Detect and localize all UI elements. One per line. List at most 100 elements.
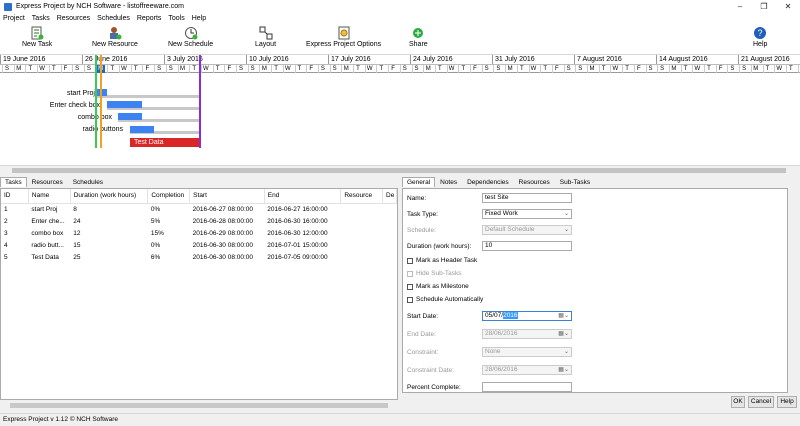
day-cell: F [306, 65, 315, 73]
col-header-id[interactable]: ID [1, 189, 29, 204]
maximize-button[interactable]: ❐ [752, 2, 776, 11]
hide-subtasks-checkbox[interactable]: Hide Sub-Tasks [407, 270, 462, 277]
name-label: Name: [407, 195, 427, 202]
app-icon [4, 2, 12, 11]
tab-resources[interactable]: Resources [27, 177, 68, 187]
col-header-name[interactable]: Name [28, 189, 71, 204]
day-cell: F [224, 65, 233, 73]
table-row[interactable]: 5 Test Data 25 6% 2016-06-30 08:00:00 2016-07… [1, 251, 397, 263]
minimize-button[interactable]: – [728, 2, 752, 11]
header-task-checkbox[interactable]: Mark as Header Task [407, 257, 477, 264]
checkbox-box [407, 257, 413, 264]
col-header-start[interactable]: Start [189, 189, 265, 204]
day-cell: S [657, 65, 666, 73]
new-task-button[interactable]: New Task [22, 26, 52, 48]
ok-button[interactable]: OK [731, 396, 745, 408]
new-resource-button[interactable]: New Resource [92, 26, 138, 48]
day-cell: W [528, 65, 538, 73]
day-cell: M [341, 65, 350, 73]
name-field[interactable]: test Site [482, 193, 572, 203]
table-row[interactable]: 2 Enter che... 24 5% 2016-06-28 08:00:00 2016… [1, 215, 397, 227]
tab-notes[interactable]: Notes [435, 177, 462, 187]
scroll-thumb[interactable] [12, 168, 786, 173]
day-cell: S [493, 65, 502, 73]
day-cell: S [247, 65, 257, 73]
gantt-scrollbar[interactable] [0, 165, 800, 175]
task-bar[interactable] [107, 101, 142, 108]
week-header: 19 June 2016 [0, 55, 45, 64]
tab-schedules[interactable]: Schedules [68, 177, 108, 187]
milestone-checkbox[interactable]: Mark as Milestone [407, 283, 469, 290]
col-header-end[interactable]: End [264, 189, 342, 204]
layout-button[interactable]: Layout [255, 26, 276, 48]
menu-project[interactable]: Project [3, 15, 25, 22]
schedule-auto-checkbox[interactable]: Schedule Automatically [407, 296, 483, 303]
percent-complete-label: Percent Complete: [407, 384, 461, 391]
form-scrollbar[interactable] [789, 188, 799, 393]
day-cell: F [142, 65, 151, 73]
table-row[interactable]: 3 combo box 12 15% 2016-06-29 08:00:00 2016-0… [1, 227, 397, 239]
menu-reports[interactable]: Reports [137, 15, 162, 22]
project-options-button[interactable]: Express Project Options [306, 26, 381, 48]
menu-resources[interactable]: Resources [57, 15, 90, 22]
start-date-field[interactable]: 05/07/2016 ▦⌄ [482, 311, 572, 321]
help-dialog-button[interactable]: Help [777, 396, 797, 408]
help-button[interactable]: ? Help [753, 26, 767, 48]
schedule-select[interactable]: Default Schedule ⌄ [482, 225, 572, 235]
percent-complete-field[interactable] [482, 382, 572, 392]
menu-help[interactable]: Help [192, 15, 206, 22]
checkbox-box [407, 296, 413, 303]
day-cell: S [83, 65, 93, 73]
day-cell: T [294, 65, 304, 73]
new-schedule-button[interactable]: New Schedule [168, 26, 213, 48]
task-bar[interactable] [130, 126, 154, 133]
day-cell: T [25, 65, 34, 73]
menu-schedules[interactable]: Schedules [97, 15, 130, 22]
day-cell: S [399, 65, 409, 73]
menu-tasks[interactable]: Tasks [32, 15, 50, 22]
day-cell: M [259, 65, 268, 73]
table-scrollbar[interactable] [0, 401, 398, 410]
col-header-de[interactable]: De [382, 189, 397, 204]
table-row[interactable]: 4 radio butt... 15 0% 2016-06-30 08:00:00 201… [1, 239, 397, 251]
day-cell: W [446, 65, 456, 73]
task-bar[interactable] [118, 113, 142, 120]
project-start-line [100, 55, 102, 148]
week-header: 7 August 2016 [574, 55, 622, 64]
tab-general[interactable]: General [402, 177, 436, 187]
tab-dependencies[interactable]: Dependencies [462, 177, 514, 187]
cancel-button[interactable]: Cancel [748, 396, 774, 408]
week-header: 31 July 2016 [492, 55, 535, 64]
calendar-icon[interactable]: ▦⌄ [558, 312, 569, 320]
tab-subtasks[interactable]: Sub-Tasks [555, 177, 595, 187]
constraint-label: Constraint: [407, 349, 439, 356]
day-cell: W [692, 65, 701, 73]
constraint-date-field[interactable]: 28/06/2016 ▦⌄ [482, 365, 572, 375]
close-button[interactable]: ✕ [776, 2, 800, 11]
duration-field[interactable]: 10 [482, 241, 572, 251]
day-cell: S [563, 65, 573, 73]
gantt-task-label: start Proj [66, 90, 95, 97]
checkbox-box [407, 283, 413, 290]
tab-tasks[interactable]: Tasks [0, 177, 27, 187]
col-header-completion[interactable]: Completion [147, 189, 191, 204]
table-row[interactable]: 1 start Proj 8 0% 2016-06-27 08:00:00 2016-06… [1, 203, 397, 215]
end-date-label: End Date: [407, 331, 436, 338]
menu-bar: Project Tasks Resources Schedules Report… [0, 13, 800, 24]
end-date-field[interactable]: 28/06/2016 ▦⌄ [482, 329, 572, 339]
scroll-thumb[interactable] [10, 403, 388, 408]
task-type-select[interactable]: Fixed Work ⌄ [482, 209, 572, 219]
col-header-resource[interactable]: Resource [340, 189, 383, 204]
menu-tools[interactable]: Tools [168, 15, 184, 22]
week-header: 26 June 2016 [82, 55, 127, 64]
task-list-pane: Tasks Resources Schedules ID Name Durati… [0, 177, 398, 411]
day-cell: T [598, 65, 608, 73]
day-cell: W [610, 65, 619, 73]
day-cell: S [2, 65, 11, 73]
share-button[interactable]: Share [409, 26, 428, 48]
col-header-duration[interactable]: Duration (work hours) [70, 189, 149, 204]
right-tabs: General Notes Dependencies Resources Sub… [402, 177, 800, 187]
constraint-select[interactable]: None ⌄ [482, 347, 572, 357]
task-bar-test-data[interactable]: Test Data [130, 138, 201, 147]
tab-resources[interactable]: Resources [514, 177, 555, 187]
